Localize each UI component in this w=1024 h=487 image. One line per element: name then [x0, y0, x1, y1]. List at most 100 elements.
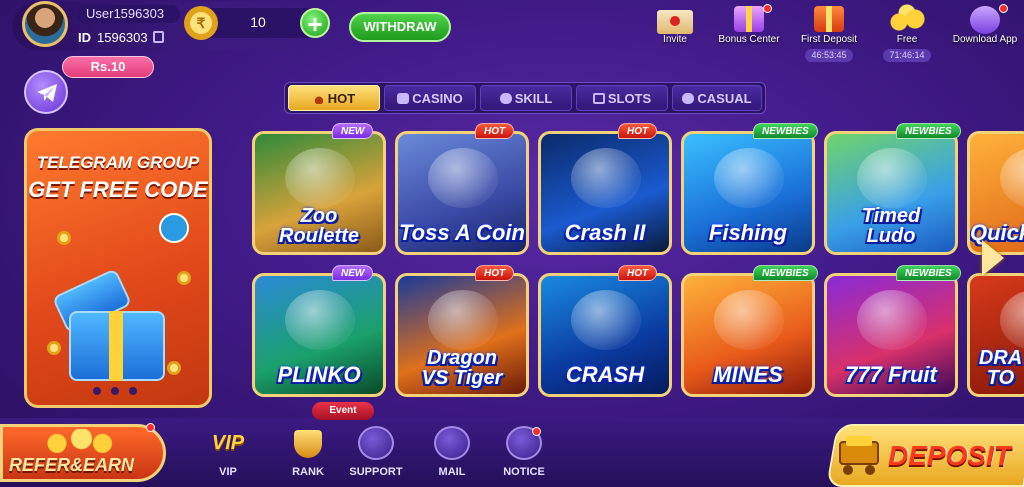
- game-title-line: PLINKO: [277, 362, 361, 387]
- gamepad-icon: [499, 93, 512, 104]
- bonus-center-button[interactable]: Bonus Center: [712, 4, 786, 45]
- game-art: [571, 290, 641, 350]
- copy-icon[interactable]: [153, 31, 164, 43]
- top-bar: User1596303 ID 1596303 ₹ 10 + WITHDRAW In…: [0, 0, 1024, 62]
- tab-casual-label: CASUAL: [697, 91, 752, 106]
- tab-hot[interactable]: HOT: [288, 85, 380, 111]
- game-title-line: CRASH: [565, 362, 645, 387]
- nav-vip-label: VIP: [219, 466, 237, 478]
- game-title: 777 Fruit: [827, 364, 955, 386]
- game-title: DRA TO: [970, 348, 1024, 388]
- chat-bubble-icon: [358, 426, 394, 460]
- game-tile[interactable]: Dragon VS Tiger: [395, 273, 529, 397]
- game-title: Dragon VS Tiger: [398, 348, 526, 388]
- game-badge: NEWBIES: [896, 123, 961, 139]
- game-title: Toss A Coin: [398, 222, 526, 244]
- nav-support[interactable]: SUPPORT: [344, 426, 408, 478]
- coin-icon: ₹: [184, 6, 218, 40]
- game-title: Timed Ludo: [827, 206, 955, 246]
- game-title: Zoo Roulette: [255, 206, 383, 246]
- notification-dot: [146, 423, 155, 432]
- game-badge: NEW: [332, 123, 374, 139]
- game-tile[interactable]: Zoo Roulette: [252, 131, 386, 255]
- game-tile[interactable]: Quick: [967, 131, 1024, 255]
- notification-dot: [532, 427, 541, 436]
- game-art: [857, 290, 927, 350]
- gamepad-icon: [682, 93, 695, 104]
- invite-label: Invite: [663, 34, 687, 45]
- game-title: Fishing: [684, 222, 812, 244]
- tab-skill-label: SKILL: [514, 91, 553, 106]
- slots-icon: [592, 93, 605, 104]
- tab-casual[interactable]: CASUAL: [672, 85, 762, 111]
- game-tile[interactable]: Toss A Coin: [395, 131, 529, 255]
- tab-skill[interactable]: SKILL: [480, 85, 572, 111]
- event-tag: Event: [312, 402, 374, 420]
- refer-earn-button[interactable]: REFER&EARN: [0, 424, 166, 482]
- free-button[interactable]: Free 71:46:14: [870, 4, 944, 63]
- telegram-icon: [159, 213, 189, 243]
- game-tile[interactable]: CRASH: [538, 273, 672, 397]
- balance-value: 10: [250, 14, 266, 30]
- deposit-label: DEPOSIT: [888, 440, 1011, 471]
- nav-rank[interactable]: RANK: [276, 426, 340, 478]
- game-art: [285, 290, 355, 350]
- nav-mail[interactable]: MAIL: [420, 426, 484, 478]
- tab-casino[interactable]: CASINO: [384, 85, 476, 111]
- avatar[interactable]: [22, 1, 68, 47]
- shopping-cart-icon: [839, 436, 879, 475]
- add-balance-icon[interactable]: +: [300, 8, 330, 38]
- game-tile[interactable]: PLINKO: [252, 273, 386, 397]
- tab-slots-label: SLOTS: [607, 91, 652, 106]
- game-title-line: 777 Fruit: [845, 362, 937, 387]
- nav-rank-label: RANK: [292, 466, 324, 478]
- bonus-center-icon: [729, 4, 772, 34]
- banner-pager[interactable]: [87, 387, 157, 395]
- game-tile[interactable]: 777 Fruit: [824, 273, 958, 397]
- game-art: [714, 290, 784, 350]
- pager-dot[interactable]: [129, 387, 137, 395]
- game-tile[interactable]: Crash II: [538, 131, 672, 255]
- game-badge: HOT: [618, 123, 658, 139]
- game-tile[interactable]: DRA TO: [967, 273, 1024, 397]
- trophy-icon: [290, 426, 326, 460]
- user-id-label: ID: [78, 30, 91, 45]
- game-title-line: Crash II: [564, 220, 646, 245]
- mail-icon: [434, 426, 470, 460]
- nav-vip[interactable]: VIP VIP: [196, 426, 260, 478]
- game-title-line: DRA: [978, 347, 1023, 369]
- game-title-line: Toss A Coin: [399, 220, 525, 245]
- game-badge: HOT: [618, 265, 658, 281]
- game-art: [571, 148, 641, 208]
- category-tabs: HOT CASINO SKILL SLOTS CASUAL: [284, 82, 766, 114]
- tab-casino-label: CASINO: [412, 91, 463, 106]
- game-tile[interactable]: MINES: [681, 273, 815, 397]
- rs-bonus-bubble[interactable]: Rs.10: [62, 56, 154, 78]
- invite-icon: [655, 4, 695, 34]
- game-badge: NEWBIES: [753, 265, 818, 281]
- telegram-promo-banner[interactable]: TELEGRAM GROUP GET FREE CODE: [24, 128, 212, 408]
- game-art: [428, 290, 498, 350]
- pager-dot[interactable]: [93, 387, 101, 395]
- pager-dot[interactable]: [111, 387, 119, 395]
- game-title-line: Dragon: [427, 347, 497, 369]
- coin-icon: [57, 231, 71, 245]
- download-app-label: Download App: [952, 34, 1018, 45]
- nav-notice-label: NOTICE: [503, 466, 545, 478]
- nav-notice[interactable]: NOTICE: [492, 426, 556, 478]
- game-title-line: VS Tiger: [421, 367, 503, 389]
- game-tile[interactable]: Fishing: [681, 131, 815, 255]
- fire-icon: [312, 93, 325, 104]
- tab-slots[interactable]: SLOTS: [576, 85, 668, 111]
- game-tile[interactable]: Timed Ludo: [824, 131, 958, 255]
- telegram-button[interactable]: [24, 70, 68, 114]
- scroll-right-arrow-icon[interactable]: [982, 240, 1004, 276]
- banner-title: TELEGRAM GROUP: [36, 153, 200, 172]
- download-app-button[interactable]: Download App: [948, 4, 1022, 45]
- withdraw-button[interactable]: WITHDRAW: [349, 12, 451, 42]
- first-deposit-icon: [809, 4, 849, 34]
- invite-button[interactable]: Invite: [638, 4, 712, 45]
- first-deposit-button[interactable]: First Deposit 46:53:45: [792, 4, 866, 63]
- game-title: Crash II: [541, 222, 669, 244]
- game-badge: NEWBIES: [896, 265, 961, 281]
